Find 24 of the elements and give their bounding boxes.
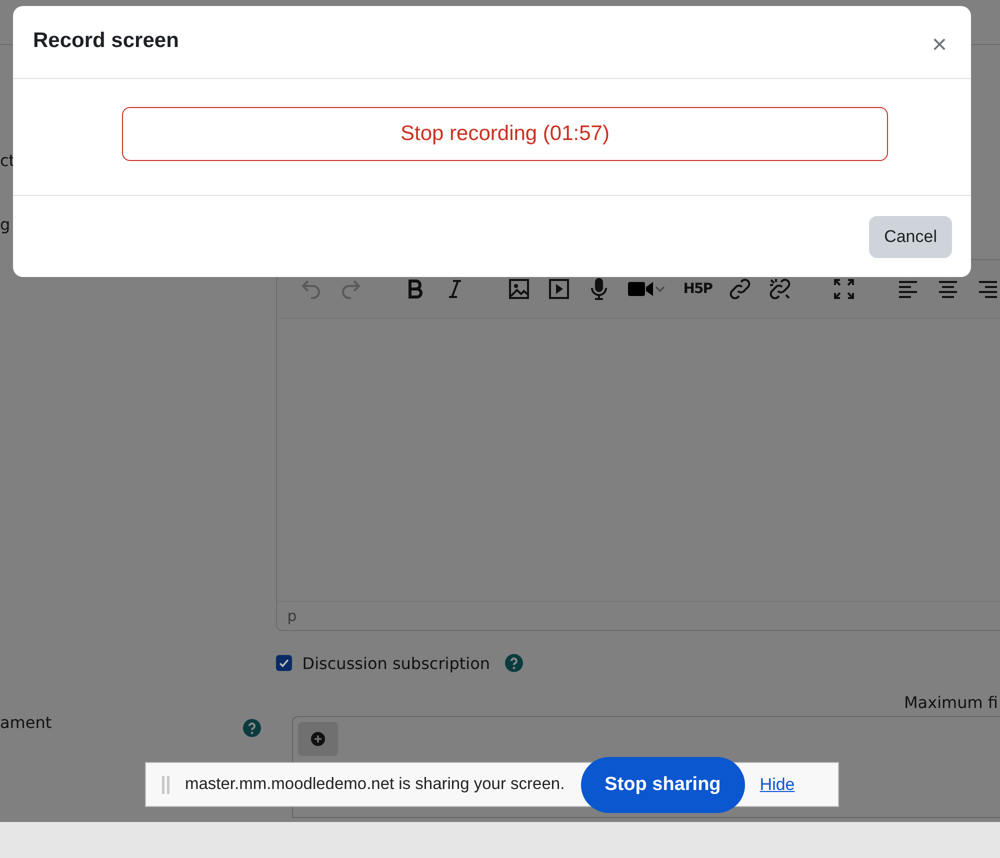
element-path: p <box>287 607 297 625</box>
checkbox-label: Discussion subscription <box>302 654 490 672</box>
help-icon[interactable] <box>242 718 262 738</box>
cancel-button[interactable]: Cancel <box>869 216 952 258</box>
hide-link[interactable]: Hide <box>760 774 795 794</box>
add-file-button[interactable] <box>298 722 338 756</box>
plus-icon <box>310 731 326 747</box>
sharing-message: master.mm.moodledemo.net is sharing your screen. <box>185 775 565 794</box>
help-icon[interactable] <box>504 653 524 673</box>
link-icon[interactable] <box>728 277 752 301</box>
modal-title: Record screen <box>33 29 179 53</box>
form-label: g <box>0 215 10 234</box>
stop-sharing-button[interactable]: Stop sharing <box>580 756 745 812</box>
form-label: ament <box>0 713 52 732</box>
maximum-size-label: Maximum fi <box>904 693 998 712</box>
image-icon[interactable] <box>507 277 532 301</box>
drag-handle-icon[interactable] <box>161 776 171 794</box>
fullscreen-icon[interactable] <box>832 277 856 301</box>
checkbox[interactable] <box>276 655 292 671</box>
stop-recording-button[interactable]: Stop recording (01:57) <box>122 107 888 161</box>
close-button[interactable]: × <box>928 31 951 57</box>
unlink-icon[interactable] <box>768 277 792 301</box>
play-icon[interactable] <box>547 277 572 301</box>
h5p-button[interactable]: H5P <box>683 281 712 297</box>
